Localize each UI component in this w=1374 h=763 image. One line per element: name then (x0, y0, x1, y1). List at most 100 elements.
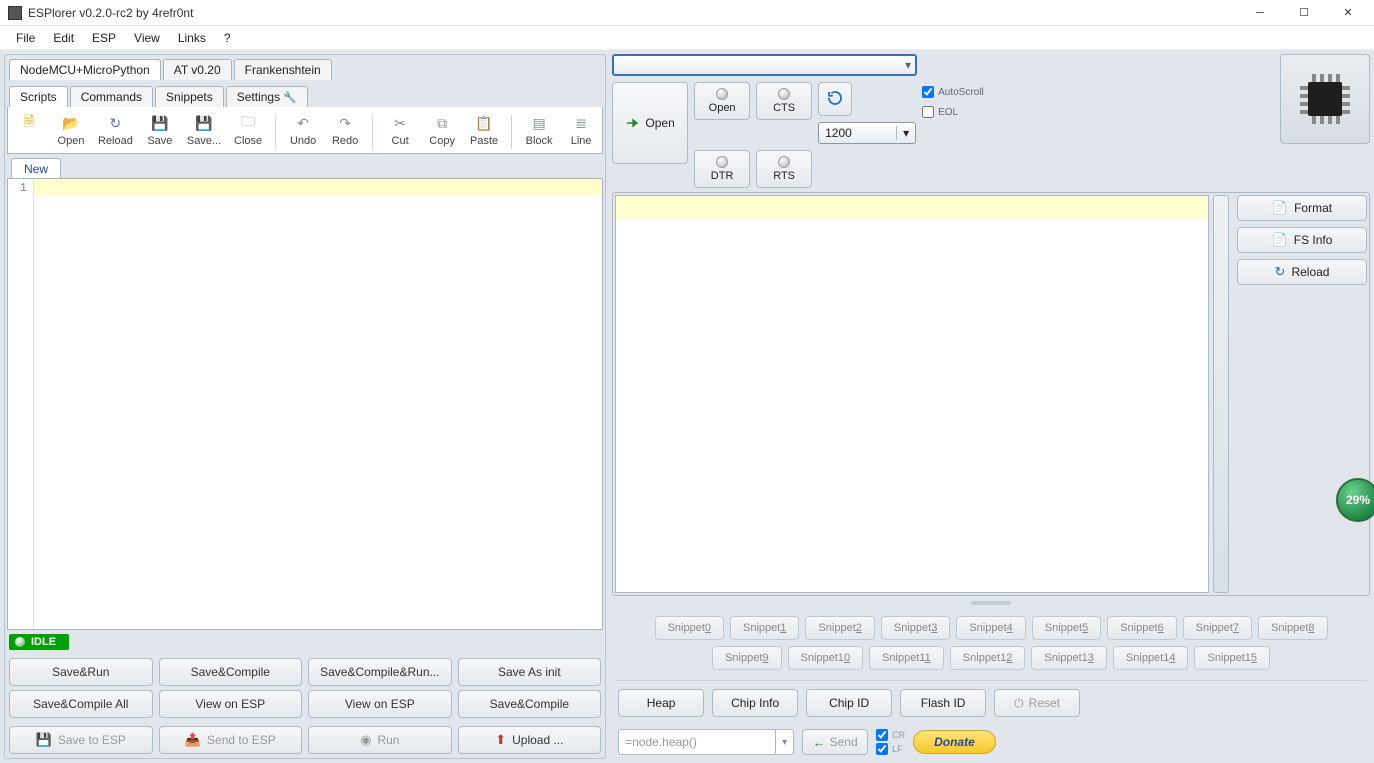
snippet-8-button[interactable]: Snippet8 (1258, 616, 1327, 640)
lb3-btn-3[interactable]: ⬆Upload ... (458, 726, 602, 754)
chip-info-button[interactable]: Chip Info (712, 689, 798, 717)
sub-tab-commands[interactable]: Commands (70, 86, 153, 107)
lb3-btn-2[interactable]: ◉Run (308, 726, 452, 754)
toolbar-undo-button[interactable]: ↶Undo (286, 111, 320, 149)
snippet-13-button[interactable]: Snippet13 (1031, 646, 1107, 670)
chip-id-button[interactable]: Chip ID (806, 689, 892, 717)
menu-view[interactable]: View (126, 29, 168, 47)
snippet-0-button[interactable]: Snippet0 (655, 616, 724, 640)
snippet-11-button[interactable]: Snippet11 (869, 646, 944, 670)
lf-checkbox[interactable]: LF (876, 743, 905, 755)
dtr-button[interactable]: DTR (694, 150, 750, 188)
close-icon: 🗀 (238, 113, 258, 133)
send-button[interactable]: ← Send (802, 729, 868, 755)
snippet-1-button[interactable]: Snippet1 (730, 616, 799, 640)
snippet-3-button[interactable]: Snippet3 (881, 616, 950, 640)
toolbar-reload-button[interactable]: ↻Reload (96, 111, 135, 149)
toolbar-paste-button[interactable]: 📋Paste (467, 111, 501, 149)
snippet-7-button[interactable]: Snippet7 (1183, 616, 1252, 640)
menu-file[interactable]: File (8, 29, 43, 47)
snippet-2-button[interactable]: Snippet2 (805, 616, 874, 640)
cr-checkbox[interactable]: CR (876, 729, 905, 741)
editor-tab-new[interactable]: New (11, 158, 61, 179)
refresh-icon (826, 89, 844, 110)
lb1-btn-2[interactable]: Save&Compile&Run... (308, 658, 452, 686)
firmware-tab-1[interactable]: AT v0.20 (163, 59, 232, 80)
toolbar-redo-button[interactable]: ↷Redo (328, 111, 362, 149)
snippet-14-button[interactable]: Snippet14 (1113, 646, 1189, 670)
donate-button[interactable]: Donate (913, 730, 996, 754)
lb2-btn-2[interactable]: View on ESP (308, 690, 452, 718)
menu-help[interactable]: ? (216, 29, 239, 47)
menu-esp[interactable]: ESP (84, 29, 124, 47)
flash-id-button[interactable]: Flash ID (900, 689, 986, 717)
open-connection-button[interactable]: Open (612, 82, 688, 164)
snippet-9-button[interactable]: Snippet9 (712, 646, 781, 670)
snippet-12-button[interactable]: Snippet12 (950, 646, 1026, 670)
lb3-btn-1[interactable]: 📤Send to ESP (159, 726, 303, 754)
toolbar-saveas-button[interactable]: 💾Save... (185, 111, 223, 149)
console-scrollbar[interactable] (1213, 195, 1229, 593)
action-buttons-row2: Save&Compile AllView on ESPView on ESPSa… (7, 688, 603, 720)
cts-led-icon (778, 88, 790, 100)
toolbar-open-folder-button[interactable]: 📂Open (54, 111, 88, 149)
sub-tab-scripts[interactable]: Scripts (9, 86, 68, 107)
menu-links[interactable]: Links (170, 29, 214, 47)
lb2-btn-0[interactable]: Save&Compile All (9, 690, 153, 718)
lb2-btn-3[interactable]: Save&Compile (458, 690, 602, 718)
baud-rate-select[interactable]: 1200 (818, 122, 916, 144)
autoscroll-checkbox[interactable]: AutoScroll (922, 86, 984, 98)
snippet-6-button[interactable]: Snippet6 (1107, 616, 1176, 640)
side-reload-button[interactable]: ↻Reload (1237, 259, 1367, 285)
side-fs-info-button[interactable]: 📄FS Info (1237, 227, 1367, 253)
editor-tabrow: New (7, 158, 603, 179)
crlf-options: CR LF (876, 729, 905, 755)
command-dropdown-icon[interactable]: ▾ (775, 730, 793, 754)
toolbar-block-button[interactable]: ▤Block (522, 111, 556, 149)
refresh-ports-button[interactable] (818, 82, 852, 116)
minimize-button[interactable]: ─ (1238, 0, 1282, 26)
rts-button[interactable]: RTS (756, 150, 812, 188)
maximize-button[interactable]: ☐ (1282, 0, 1326, 26)
toolbar-cut-button[interactable]: ✂Cut (383, 111, 417, 149)
redo-icon: ↷ (335, 113, 355, 133)
snippets-row: Snippet0Snippet1Snippet2 Snippet3Snippet4… (612, 610, 1370, 676)
lb1-btn-0[interactable]: Save&Run (9, 658, 153, 686)
lb3-btn-0[interactable]: 💾Save to ESP (9, 726, 153, 754)
serial-port-select[interactable]: ▾ (612, 54, 917, 76)
sub-tab-snippets[interactable]: Snippets (155, 86, 224, 107)
toolbar-copy-button[interactable]: ⧉Copy (425, 111, 459, 149)
eol-checkbox[interactable]: EOL (922, 106, 984, 118)
new-file-button[interactable]: 🗎 (12, 111, 46, 149)
upload-icon: ⬆ (495, 732, 506, 748)
toolbar-save-button[interactable]: 💾Save (143, 111, 177, 149)
menu-edit[interactable]: Edit (45, 29, 82, 47)
saveas-icon: 💾 (194, 113, 214, 133)
lb2-btn-1[interactable]: View on ESP (159, 690, 303, 718)
firmware-tab-0[interactable]: NodeMCU+MicroPython (9, 59, 161, 80)
wrench-icon: 🔧 (283, 92, 297, 104)
reset-button[interactable]: ⏻Reset (994, 689, 1080, 717)
lb1-btn-3[interactable]: Save As init (458, 658, 602, 686)
cts-led-button[interactable]: CTS (756, 82, 812, 120)
sub-tab-settings[interactable]: Settings🔧 (226, 86, 308, 107)
snippet-4-button[interactable]: Snippet4 (956, 616, 1025, 640)
splitter-handle[interactable] (612, 600, 1370, 606)
serial-console[interactable] (615, 195, 1209, 593)
command-input[interactable]: =node.heap() ▾ (618, 729, 794, 755)
lb1-btn-1[interactable]: Save&Compile (159, 658, 303, 686)
snippet-5-button[interactable]: Snippet5 (1032, 616, 1101, 640)
code-editor[interactable]: 1 (7, 178, 603, 630)
send-arrow-icon: ← (813, 735, 826, 750)
snippet-10-button[interactable]: Snippet10 (788, 646, 864, 670)
close-button[interactable]: ✕ (1326, 0, 1370, 26)
toolbar-close-button[interactable]: 🗀Close (231, 111, 265, 149)
toolbar-line-button[interactable]: ≣Line (564, 111, 598, 149)
snippet-15-button[interactable]: Snippet15 (1194, 646, 1270, 670)
open-led-button[interactable]: Open (694, 82, 750, 120)
firmware-tab-2[interactable]: Frankenshtein (234, 59, 332, 80)
heap-button[interactable]: Heap (618, 689, 704, 717)
status-idle: IDLE (9, 634, 69, 650)
side-format-button[interactable]: 📄Format (1237, 195, 1367, 221)
editor-area[interactable] (34, 179, 602, 629)
